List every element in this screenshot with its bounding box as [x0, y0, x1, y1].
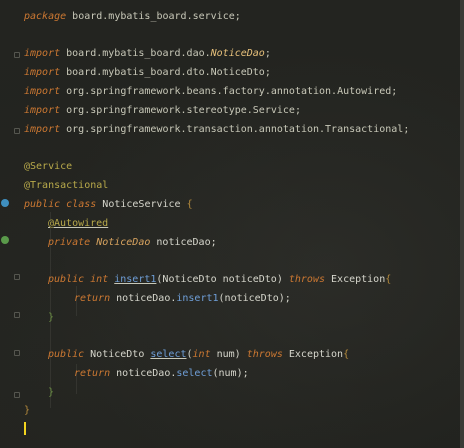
return-type: NoticeDto	[90, 349, 145, 360]
keyword-throws: throws	[288, 274, 325, 285]
method-name-select: select	[150, 349, 187, 360]
keyword-import: import	[24, 105, 61, 116]
keyword-import: import	[24, 48, 61, 59]
keyword-public: public	[24, 199, 61, 210]
semicolon: ;	[294, 105, 301, 116]
exception-type: Exception	[288, 349, 344, 360]
brace-close[interactable]: }	[48, 386, 54, 400]
code-line-return-insert1[interactable]: return noticeDao.insert1(noticeDto);	[74, 292, 291, 306]
param-name: num)	[210, 349, 241, 360]
editor-gutter	[0, 0, 22, 448]
method-params: (NoticeDto noticeDto)	[156, 274, 283, 285]
keyword-class: class	[66, 199, 97, 210]
keyword-private: private	[48, 237, 91, 248]
keyword-import: import	[24, 124, 61, 135]
fold-marker-icon[interactable]	[14, 128, 20, 134]
brace-open: {	[385, 274, 392, 285]
import-class: Transactional	[325, 124, 404, 135]
brace-open: {	[343, 349, 350, 360]
keyword-int: int	[192, 349, 211, 360]
import-package: org.springframework.beans.factory.annota…	[60, 86, 338, 97]
call-target: noticeDao.	[116, 368, 177, 379]
annotation-transactional[interactable]: @Transactional	[24, 179, 108, 193]
call-method: insert1	[176, 293, 219, 304]
exception-type: Exception	[331, 274, 386, 285]
fold-marker-icon[interactable]	[14, 392, 20, 398]
autowired-bean-icon[interactable]	[1, 236, 9, 244]
semicolon: ;	[264, 67, 271, 78]
call-method: select	[176, 368, 213, 379]
import-class: NoticeDao	[210, 48, 265, 59]
import-class: NoticeDto	[210, 67, 265, 78]
code-line-import[interactable]: import org.springframework.beans.factory…	[24, 85, 397, 99]
code-line-method-select[interactable]: public NoticeDto select(int num) throws …	[48, 348, 349, 362]
keyword-import: import	[24, 67, 61, 78]
call-args: (noticeDto);	[218, 293, 291, 304]
keyword-package: package	[24, 11, 67, 22]
code-line-package[interactable]: package board.mybatis_board.service;	[24, 10, 241, 24]
class-brace-close[interactable]: }	[24, 404, 30, 418]
code-line-class-declaration[interactable]: public class NoticeService {	[24, 198, 193, 212]
keyword-throws: throws	[246, 349, 283, 360]
bean-class-icon[interactable]	[1, 199, 9, 207]
import-package: org.springframework.transaction.annotati…	[60, 124, 326, 135]
fold-marker-icon[interactable]	[14, 52, 20, 58]
package-name: board.mybatis_board.service;	[66, 11, 241, 22]
annotation-service[interactable]: @Service	[24, 160, 72, 174]
annotation-autowired[interactable]: @Autowired	[48, 217, 108, 231]
import-class: Autowired	[337, 86, 392, 97]
keyword-int: int	[90, 274, 109, 285]
fold-marker-icon[interactable]	[14, 312, 20, 318]
code-line-import[interactable]: import board.mybatis_board.dto.NoticeDto…	[24, 66, 271, 80]
keyword-public: public	[48, 274, 85, 285]
fold-marker-icon[interactable]	[14, 274, 20, 280]
method-name-insert1: insert1	[114, 274, 157, 285]
code-line-import[interactable]: import org.springframework.stereotype.Se…	[24, 104, 301, 118]
keyword-import: import	[24, 86, 61, 97]
code-line-import[interactable]: import board.mybatis_board.dao.NoticeDao…	[24, 47, 271, 61]
keyword-return: return	[74, 293, 111, 304]
semicolon: ;	[403, 124, 410, 135]
code-line-return-select[interactable]: return noticeDao.select(num);	[74, 367, 249, 381]
call-args: (num);	[212, 368, 249, 379]
import-package: org.springframework.stereotype.	[60, 105, 253, 116]
semicolon: ;	[264, 48, 271, 59]
import-class: Service	[252, 105, 295, 116]
code-editor[interactable]: package board.mybatis_board.service; imp…	[0, 0, 464, 448]
editor-scrollbar-track[interactable]	[460, 0, 464, 448]
code-line-import[interactable]: import org.springframework.transaction.a…	[24, 123, 409, 137]
field-name: noticeDao;	[156, 237, 217, 248]
class-name: NoticeService	[102, 199, 181, 210]
keyword-public: public	[48, 349, 85, 360]
field-type: NoticeDao	[96, 237, 151, 248]
code-line-field[interactable]: private NoticeDao noticeDao;	[48, 236, 217, 250]
call-target: noticeDao.	[116, 293, 177, 304]
import-package: board.mybatis_board.dao.	[60, 48, 211, 59]
semicolon: ;	[391, 86, 398, 97]
import-package: board.mybatis_board.dto.	[60, 67, 211, 78]
text-caret	[24, 422, 26, 435]
brace-open: {	[186, 199, 193, 210]
brace-close[interactable]: }	[48, 311, 54, 325]
keyword-return: return	[74, 368, 111, 379]
code-line-method-insert1[interactable]: public int insert1(NoticeDto noticeDto) …	[48, 273, 391, 287]
fold-marker-icon[interactable]	[14, 350, 20, 356]
